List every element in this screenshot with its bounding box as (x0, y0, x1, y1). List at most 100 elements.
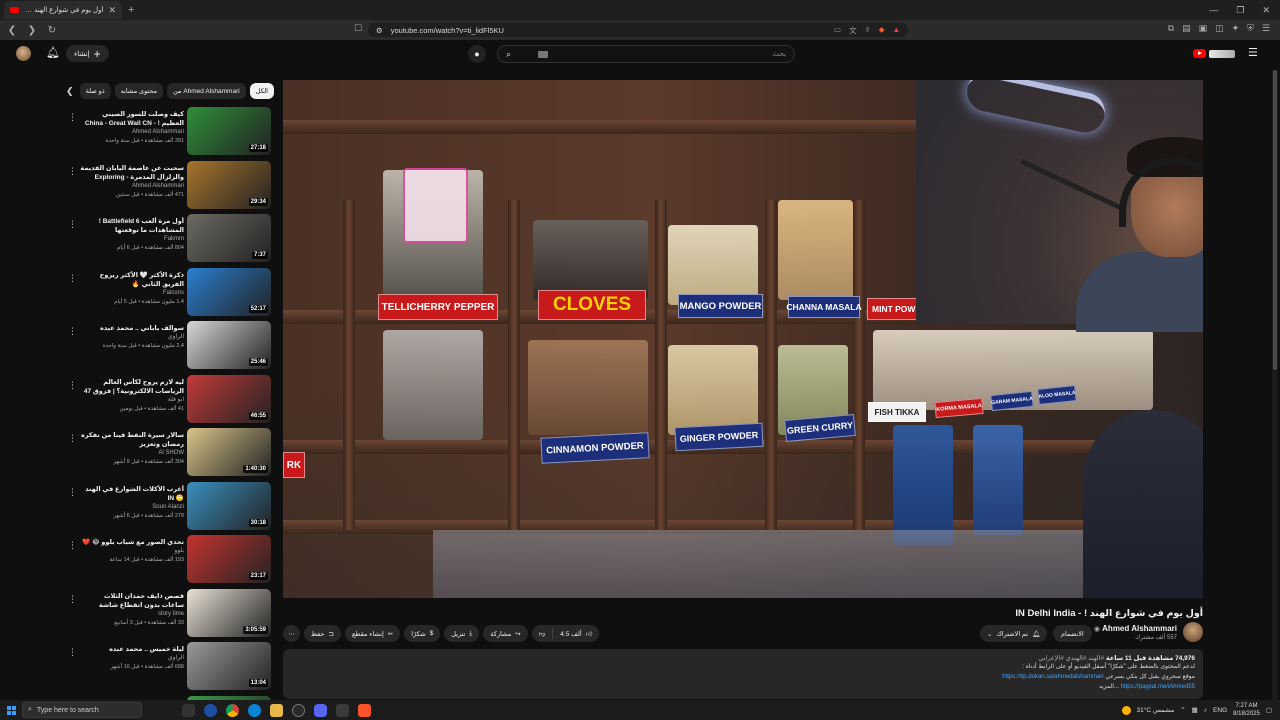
weather-icon[interactable] (1121, 705, 1131, 715)
edge-browser-icon[interactable] (248, 703, 261, 717)
recommendation-thumbnail[interactable]: 27:18 (187, 107, 271, 155)
maximize-icon[interactable]: ❐ (1236, 5, 1244, 16)
chrome-icon[interactable] (226, 703, 239, 717)
channel-name-link[interactable]: Ahmed Alshammari ◉ (1094, 624, 1177, 633)
extension-icon[interactable]: ⧉ (1168, 23, 1174, 34)
notification-center-icon[interactable]: ▢ (1266, 706, 1272, 714)
more-vertical-icon[interactable]: ⋮ (68, 326, 77, 337)
file-explorer-icon[interactable] (270, 703, 283, 717)
recommendation-thumbnail[interactable]: 30:18 (187, 481, 271, 530)
recommendation-item[interactable]: ⋮ أول مرة ألعب Battlefield 6 ! المشاهدات … (66, 214, 274, 267)
recommendation-item[interactable]: ⋮ تحدي الصور مع شباب بلوو 😂 ❤️ بلوو 193 ألف… (66, 535, 274, 588)
close-tab-icon[interactable]: ✕ (108, 5, 116, 16)
clip-button[interactable]: إنشاء مقطع ✂ (344, 625, 401, 642)
recommendation-thumbnail[interactable]: 52:17 (187, 267, 271, 316)
chip-related[interactable]: ذو صلة (79, 83, 111, 99)
recommendation-thumbnail[interactable]: 23:17 (187, 535, 271, 583)
recommendation-title[interactable]: تحدي الصور مع شباب بلوو 😂 ❤️ (80, 538, 184, 547)
clock[interactable]: 7:27 AM 8/18/2025 (1233, 702, 1260, 718)
more-vertical-icon[interactable]: ⋮ (68, 487, 77, 498)
recommendation-title[interactable]: سوالف ياباني .. محمد عبده (80, 324, 184, 333)
download-button[interactable]: تنزيل ⤓ (444, 625, 480, 642)
tray-overflow-icon[interactable]: ⌃ (1180, 706, 1185, 714)
minimize-icon[interactable]: — (1209, 5, 1218, 16)
more-vertical-icon[interactable]: ⋮ (68, 166, 77, 177)
more-vertical-icon[interactable]: ⋮ (68, 433, 77, 444)
recommendation-item[interactable]: ⋮ كيف وصلت للسور الصيني العظيم ! - China … (66, 107, 274, 160)
sidebar-icon[interactable]: ▤ (1182, 23, 1191, 34)
vpn-icon[interactable]: ⛨ (1247, 23, 1254, 34)
recommendation-channel[interactable]: ابو فلة (80, 396, 184, 405)
url-field[interactable]: ⚙ youtube.com/watch?v=ti_lidFl5KU ▭ 文 ⇪ … (368, 23, 908, 37)
chip-all[interactable]: الكل (249, 83, 274, 99)
recommendation-channel[interactable]: story time (80, 610, 184, 619)
subscribed-button[interactable]: ⌄ تم الاشتراك 🔔︎ (980, 625, 1048, 642)
recommendation-channel[interactable]: Ahmed Alshammari (80, 182, 184, 191)
recommendation-item[interactable]: ⋮ سحبت عن عاصمة اليابان القديمة والزلزال … (66, 160, 274, 214)
recommendation-item[interactable]: ⋮ سوالف ياباني .. محمد عبده الراوي 2.4 مليو… (66, 321, 274, 374)
recommendation-channel[interactable]: Ahmed Alshammari (80, 128, 184, 137)
app-icon[interactable] (336, 703, 349, 717)
recommendation-item[interactable]: ⋮ ذكرة الأكثر 🤍 الأكثر ريروح الفريق الثان… (66, 267, 274, 321)
bookmark-icon[interactable]: ☐ (354, 23, 362, 34)
hashtags[interactable]: #الهند #الهندي #الإعرابي (1038, 655, 1104, 662)
recommendation-channel[interactable]: الراوي (80, 333, 184, 342)
recommendation-title[interactable]: أول مرة ألعب Battlefield 6 ! المشاهدات م… (80, 217, 184, 235)
recommendation-title[interactable]: أغرب الأكلات الشوارع في الهند 🙄 IN (80, 485, 184, 503)
join-button[interactable]: الانضمام (1053, 625, 1092, 642)
scrollbar-thumb[interactable] (1273, 70, 1277, 370)
recommendation-thumbnail[interactable]: 3:05:59 (187, 588, 271, 637)
search-box[interactable]: ⌕ بحث (497, 45, 795, 63)
translate-icon[interactable]: 文 (849, 25, 857, 36)
dislike-button[interactable]: 👎︎ (532, 625, 553, 642)
recommendation-thumbnail[interactable]: 7:37 (187, 214, 271, 262)
channel-avatar[interactable] (1183, 622, 1203, 642)
account-avatar[interactable] (16, 46, 31, 61)
wallet-icon[interactable]: ▣ (1199, 23, 1208, 34)
more-vertical-icon[interactable]: ⋮ (68, 380, 77, 391)
recommendation-channel[interactable]: بلوو (80, 547, 184, 556)
start-button[interactable] (0, 705, 22, 715)
recommendation-title[interactable]: كيف وصلت للسور الصيني العظيم ! - China -… (80, 110, 184, 128)
recommendation-channel[interactable]: Fakmm (80, 235, 184, 244)
paypal-link[interactable]: https://paypal.me/iAhmed55 (1121, 684, 1195, 690)
recommendation-item[interactable]: ⋮ سالار سيرة النفط فينا من نفكره رمضان وت… (66, 428, 274, 481)
recommendation-item[interactable]: ⋮ قصص ذايف حمدان الثلاث ساعات بدون انقطاع… (66, 588, 274, 642)
recommendation-thumbnail[interactable]: 13:04 (187, 642, 271, 690)
recommendation-channel[interactable]: Soun Alanzi (80, 503, 184, 512)
recommendation-title[interactable]: ليلة خميس .. محمد عبده (80, 645, 184, 654)
chevron-left-icon[interactable]: ❮ (66, 86, 76, 97)
obs-icon[interactable] (292, 703, 305, 717)
edge-icon[interactable] (204, 703, 217, 717)
video-player[interactable]: TELLICHERRY PEPPER CLOVES MANGO POWDER C… (283, 80, 1203, 598)
save-button[interactable]: حفظ ⊐ (304, 625, 341, 642)
create-button[interactable]: إنشاء + (66, 45, 109, 62)
recommendation-item[interactable]: ⋮ أغرب الأكلات الشوارع في الهند 🙄 IN Soun … (66, 481, 274, 535)
language-indicator[interactable]: ENG (1213, 707, 1227, 714)
taskbar-search[interactable]: ⌕ Type here to search (22, 702, 142, 718)
youtube-logo[interactable] (1193, 49, 1235, 58)
thanks-button[interactable]: شكرًا $ (404, 625, 441, 642)
recommendation-title[interactable]: سحبت عن عاصمة اليابان القديمة والزلزال ا… (80, 164, 184, 182)
keyboard-icon[interactable] (538, 50, 548, 58)
chip-from-channel[interactable]: من Ahmed Alshammari (167, 83, 246, 99)
leo-icon[interactable]: ✦ (1232, 23, 1240, 34)
recommendation-thumbnail[interactable]: 46:55 (187, 374, 271, 423)
more-vertical-icon[interactable]: ⋮ (68, 647, 77, 658)
rewards-icon[interactable]: ▲ (893, 25, 900, 36)
recommendation-channel[interactable]: الراوي (80, 654, 184, 663)
recommendation-title[interactable]: قصص ذايف حمدان الثلاث ساعات بدون انقطاع … (80, 592, 184, 610)
recommendation-title[interactable]: ذكرة الأكثر 🤍 الأكثر ريروح الفريق الثاني… (80, 271, 184, 289)
recommendation-item[interactable]: ⋮ ليلة خميس .. محمد عبده الراوي 688 ألف مشا… (66, 642, 274, 695)
chip-similar[interactable]: محتوى مشابه (114, 83, 164, 99)
like-button[interactable]: 4.5 ألف 👍︎ (553, 625, 599, 642)
network-icon[interactable]: ▦ (1192, 706, 1198, 714)
recommendation-channel[interactable]: Al SHOW (80, 449, 184, 458)
install-app-icon[interactable]: ▭ (834, 25, 841, 36)
share-page-icon[interactable]: ⇪ (864, 25, 870, 36)
browser-menu-icon[interactable]: ☰ (1262, 23, 1270, 34)
more-vertical-icon[interactable]: ⋮ (68, 273, 77, 284)
recommendation-item[interactable]: ⋮ ليه لازم يروح لكأس العالم الرياضات الال… (66, 374, 274, 428)
split-view-icon[interactable]: ◫ (1215, 23, 1224, 34)
voice-search-button[interactable]: ● (468, 45, 486, 63)
